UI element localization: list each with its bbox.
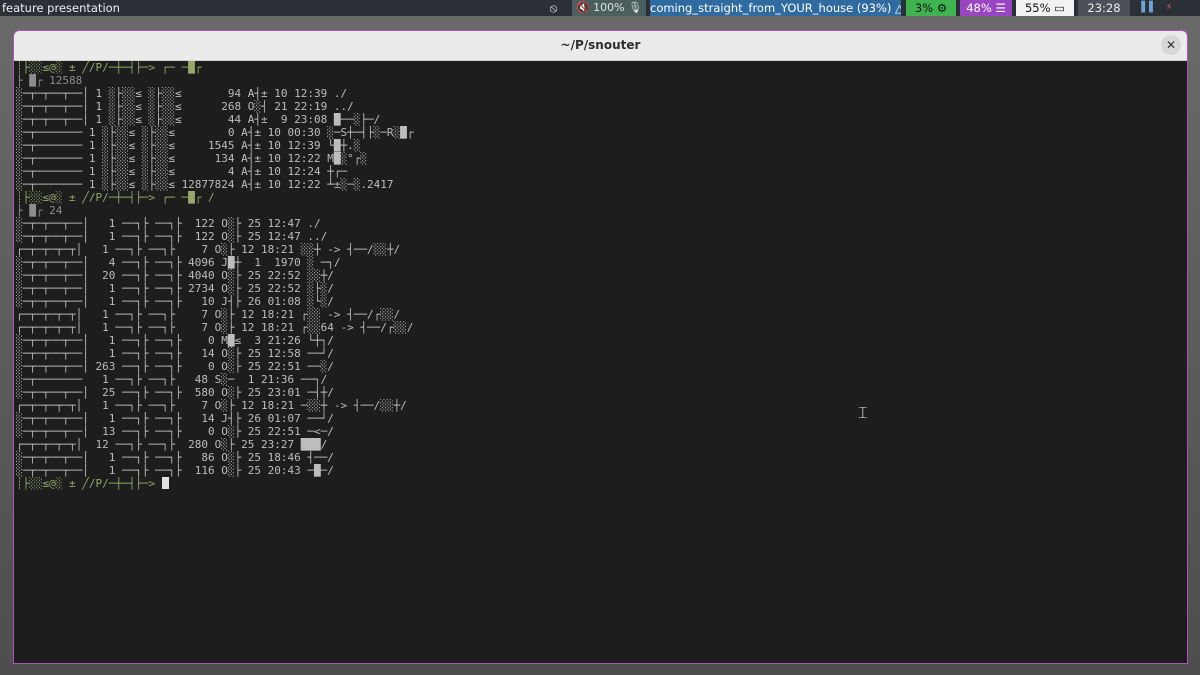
window-title: ~/P/snouter [560, 38, 641, 52]
memory-indicator[interactable]: 48% ☰ [960, 0, 1012, 16]
volume-indicator[interactable]: 🔇 100% 🎙 [572, 0, 646, 16]
terminal-line: ░─┬─────── 1 ░├░░≤ ░├░░≤ 4 A┤± 10 12:24 … [16, 165, 348, 178]
terminal-window[interactable]: ~/P/snouter ✕ ┊├░░≤@░ ± ╱/P/─┼─┤├─> ┌─ ─… [13, 30, 1188, 664]
terminal-line: ░─┬─┬──┬──│ 1 ──┐├ ──┐├ 86 O░├ 25 18:46 … [16, 451, 334, 464]
terminal-line: ┌─┬─┬─┬─┬│ 1 ──┐├ ──┐├ 7 O░├ 12 18:21 ┌░… [16, 308, 401, 321]
terminal-line: ┌─┬─┬─┬─┬│ 1 ──┐├ ──┐├ 7 O░├ 12 18:21 ┌░… [16, 321, 414, 334]
terminal-line: ░─┬─┬──┬──│ 1 ──┐├ ──┐├ 122 O░├ 25 12:47… [16, 217, 321, 230]
terminal-line: ░─┬─┬──┬──│ 4 ──┐├ ──┐├ 4096 J█┼ 1 1970 … [16, 256, 341, 269]
active-window-title: feature presentation [2, 1, 120, 15]
window-titlebar[interactable]: ~/P/snouter ✕ [14, 31, 1187, 61]
hidden-indicator[interactable]: ⦸ [540, 0, 567, 16]
cpu-indicator[interactable]: 3% ⚙ [906, 0, 956, 16]
terminal-line: ░─┬─┬──┬──│ 1 ░├░░≤ ░├░░≤ 44 A┤± 9 23:08… [16, 113, 381, 126]
terminal-line: ░─┬─────── 1 ──┐├ ──┐├ 48 S░─ 1 21:36 ──… [16, 373, 328, 386]
close-icon: ✕ [1165, 38, 1177, 52]
terminal-line: ┌─┬─┬─┬─┬│ 12 ──┐├ ──┐├ 280 O░├ 25 23:27… [16, 438, 328, 451]
terminal-line: ░─┬─┬──┬──│ 25 ──┐├ ──┐├ 580 O░├ 25 23:0… [16, 386, 334, 399]
power-tray-icon[interactable]: ⚡ [1160, 0, 1178, 16]
mouse-ibeam-cursor: ⌶ [858, 403, 868, 422]
terminal-line: ░─┬─────── 1 ░├░░≤ ░├░░≤ 0 A┤± 10 00:30 … [16, 126, 414, 139]
terminal-line: ┌─┬─┬─┬─┬│ 1 ──┐├ ──┐├ 7 O░├ 12 18:21 ─░… [16, 399, 407, 412]
terminal-line: ┌─┬─┬─┬─┬│ 1 ──┐├ ──┐├ 7 O░├ 12 18:21 ░░… [16, 243, 401, 256]
terminal-line: ░─┬─┬──┬──│ 1 ░├░░≤ ░├░░≤ 268 O░┤ 21 22:… [16, 100, 354, 113]
terminal-line: ░─┬─┬──┬──│ 263 ──┐├ ──┐├ 0 O░├ 25 22:51… [16, 360, 334, 373]
terminal-line: ░─┬─┬──┬──│ 1 ──┐├ ──┐├ 116 O░├ 25 20:43… [16, 464, 334, 477]
battery-indicator[interactable]: 55% ▭ [1016, 0, 1074, 16]
terminal-line: ┊├░░≤@░ ± ╱/P/─┼─┤├─> ┌─ ─█┌ / [16, 191, 215, 204]
terminal-line: ┊├░░≤@░ ± ╱/P/─┼─┤├─> ┌─ ─█┌ [16, 61, 202, 74]
network-tray-icon[interactable]: ▐▐ [1134, 0, 1156, 16]
eye-slash-icon: ⦸ [549, 1, 558, 15]
clock[interactable]: 23:28 [1078, 0, 1130, 16]
terminal-line: ░─┬─┬──┬──│ 20 ──┐├ ──┐├ 4040 O░├ 25 22:… [16, 269, 334, 282]
close-button[interactable]: ✕ [1161, 35, 1181, 55]
terminal-line: ░─┬─┬──┬──│ 13 ──┐├ ──┐├ 0 O░├ 25 22:51 … [16, 425, 334, 438]
terminal-line: ├ █┌ 12588 [16, 74, 83, 87]
terminal-line: ░─┬─────── 1 ░├░░≤ ░├░░≤ 1545 A┤± 10 12:… [16, 139, 361, 152]
terminal-line: ░─┬─┬──┬──│ 1 ──┐├ ──┐├ 122 O░├ 25 12:47… [16, 230, 328, 243]
terminal-output[interactable]: ┊├░░≤@░ ± ╱/P/─┼─┤├─> ┌─ ─█┌ ├ █┌ 12588 ░─… [16, 61, 1181, 659]
wifi-indicator[interactable]: coming_straight_from_YOUR_house (93%) △ [650, 0, 901, 16]
text-cursor [161, 477, 169, 489]
terminal-line: ░─┬─┬──┬──│ 1 ░├░░≤ ░├░░≤ 94 A┤± 10 12:3… [16, 87, 348, 100]
terminal-line: ░─┬─┬──┬──│ 1 ──┐├ ──┐├ 14 O░├ 25 12:58 … [16, 347, 334, 360]
terminal-line: ░─┬─┬──┬──│ 1 ──┐├ ──┐├ 2734 O░├ 25 22:5… [16, 282, 334, 295]
terminal-line: ░─┬─┬──┬──│ 1 ──┐├ ──┐├ 10 J┤├ 26 01:08 … [16, 295, 334, 308]
top-status-bar: feature presentation ⦸ 🔇 100% 🎙 coming_s… [0, 0, 1200, 16]
terminal-line: ░─┬─────── 1 ░├░░≤ ░├░░≤ 134 A┤± 10 12:2… [16, 152, 367, 165]
terminal-line: ░─┬─┬──┬──│ 1 ──┐├ ──┐├ 0 M█≤ 3 21:26 └┼… [16, 334, 334, 347]
terminal-line: ├ █┌ 24 [16, 204, 63, 217]
terminal-line: ░─┬─────── 1 ░├░░≤ ░├░░≤ 12877824 A┤± 10… [16, 178, 394, 191]
terminal-line: ┊├░░≤@░ ± ╱/P/─┼─┤├─> [16, 477, 1181, 490]
terminal-line: ░─┬─┬──┬──│ 1 ──┐├ ──┐├ 14 J┤├ 26 01:07 … [16, 412, 334, 425]
